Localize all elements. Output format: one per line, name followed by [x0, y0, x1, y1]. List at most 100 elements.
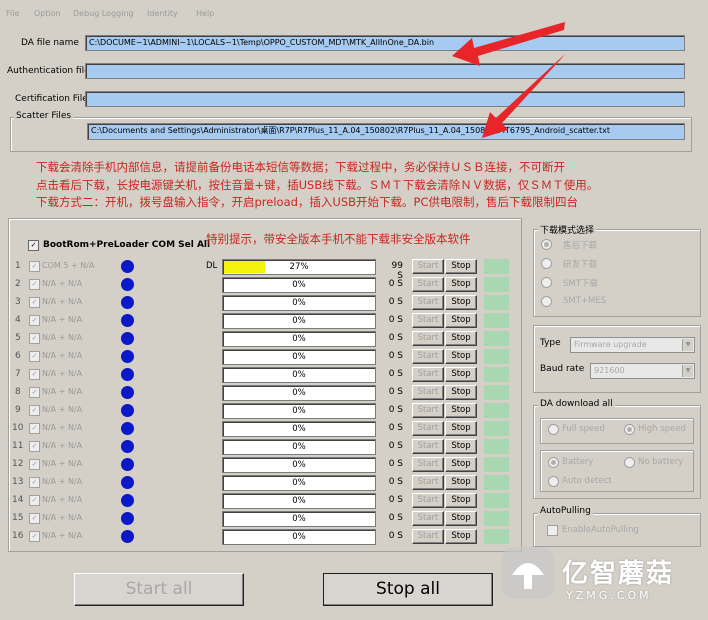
row-stop-button[interactable]: Stop [445, 493, 477, 508]
download-mode-radio[interactable] [541, 239, 552, 250]
row-start-button[interactable]: Start [412, 529, 444, 544]
status-dot-icon [121, 260, 134, 273]
row-number: 10 [12, 423, 24, 433]
row-start-button[interactable]: Start [412, 403, 444, 418]
port-checkbox[interactable]: ✓ [29, 477, 40, 488]
port-checkbox[interactable]: ✓ [29, 387, 40, 398]
row-start-button[interactable]: Start [412, 493, 444, 508]
row-start-button[interactable]: Start [412, 385, 444, 400]
row-start-button[interactable]: Start [412, 511, 444, 526]
port-checkbox[interactable]: ✓ [29, 333, 40, 344]
download-mode-radio[interactable] [541, 277, 552, 288]
start-all-button[interactable]: Start all [74, 573, 244, 606]
auto-detect-radio[interactable] [548, 476, 559, 487]
download-mode-radio[interactable] [541, 296, 552, 307]
enable-autopulling-label: EnableAutoPulling [562, 525, 639, 535]
row-stop-button[interactable]: Stop [445, 457, 477, 472]
port-checkbox[interactable]: ✓ [29, 423, 40, 434]
port-label: N/A + N/A [42, 369, 83, 378]
row-stop-button[interactable]: Stop [445, 349, 477, 364]
row-start-button[interactable]: Start [412, 439, 444, 454]
stop-all-button[interactable]: Stop all [323, 573, 493, 606]
status-dot-icon [121, 350, 134, 363]
port-checkbox[interactable]: ✓ [29, 495, 40, 506]
menu-file[interactable]: File [6, 9, 19, 18]
row-stop-button[interactable]: Stop [445, 421, 477, 436]
full-speed-radio[interactable] [548, 424, 559, 435]
port-checkbox[interactable]: ✓ [29, 351, 40, 362]
status-dot-icon [121, 530, 134, 543]
type-label: Type [540, 338, 561, 348]
port-checkbox[interactable]: ✓ [29, 405, 40, 416]
row-start-button[interactable]: Start [412, 277, 444, 292]
menu-option[interactable]: Option [34, 9, 61, 18]
chevron-down-icon: ▼ [682, 365, 693, 377]
scatter-file-field[interactable]: C:\Documents and Settings\Administrator\… [87, 123, 685, 140]
row-status-indicator [484, 439, 509, 454]
progress-percent: 0% [292, 334, 306, 344]
menu-identity[interactable]: Identity [147, 9, 178, 18]
progress-percent: 0% [292, 424, 306, 434]
row-stop-button[interactable]: Stop [445, 439, 477, 454]
battery-radio[interactable] [548, 457, 559, 468]
progress-percent: 0% [292, 370, 306, 380]
row-start-button[interactable]: Start [412, 475, 444, 490]
da-file-field[interactable]: C:\DOCUME~1\ADMINI~1\LOCALS~1\Temp\OPPO_… [85, 35, 685, 51]
row-stop-button[interactable]: Stop [445, 295, 477, 310]
row-start-button[interactable]: Start [412, 349, 444, 364]
port-label: N/A + N/A [42, 513, 83, 522]
elapsed-time: 0 S [388, 531, 403, 541]
port-checkbox[interactable]: ✓ [29, 279, 40, 290]
menu-help[interactable]: Help [196, 9, 214, 18]
menu-debug-logging[interactable]: Debug Logging [73, 9, 134, 18]
select-all-checkbox[interactable]: ✓ [28, 240, 39, 251]
auth-file-field[interactable] [85, 63, 685, 79]
elapsed-time: 99 S [391, 261, 403, 281]
row-stop-button[interactable]: Stop [445, 259, 477, 274]
row-start-button[interactable]: Start [412, 457, 444, 472]
row-start-button[interactable]: Start [412, 313, 444, 328]
scatter-label: Scatter Files [14, 111, 74, 121]
row-stop-button[interactable]: Stop [445, 367, 477, 382]
port-checkbox[interactable]: ✓ [29, 531, 40, 542]
port-checkbox[interactable]: ✓ [29, 513, 40, 524]
row-stop-button[interactable]: Stop [445, 403, 477, 418]
row-start-button[interactable]: Start [412, 295, 444, 310]
baud-select[interactable]: 921600 ▼ [590, 363, 695, 379]
port-checkbox[interactable]: ✓ [29, 261, 40, 272]
elapsed-time: 0 S [388, 369, 403, 379]
row-number: 9 [15, 405, 21, 415]
row-number: 6 [15, 351, 21, 361]
port-checkbox[interactable]: ✓ [29, 315, 40, 326]
row-start-button[interactable]: Start [412, 259, 444, 274]
row-stop-button[interactable]: Stop [445, 277, 477, 292]
port-checkbox[interactable]: ✓ [29, 369, 40, 380]
status-dot-icon [121, 296, 134, 309]
stage-label: DL [206, 261, 218, 271]
row-start-button[interactable]: Start [412, 421, 444, 436]
row-number: 13 [12, 477, 24, 487]
row-start-button[interactable]: Start [412, 367, 444, 382]
status-dot-icon [121, 440, 134, 453]
row-stop-button[interactable]: Stop [445, 385, 477, 400]
row-stop-button[interactable]: Stop [445, 313, 477, 328]
no-battery-radio[interactable] [624, 457, 635, 468]
cert-file-field[interactable] [85, 91, 685, 107]
row-status-indicator [484, 313, 509, 328]
row-stop-button[interactable]: Stop [445, 331, 477, 346]
status-dot-icon [121, 332, 134, 345]
port-checkbox[interactable]: ✓ [29, 459, 40, 470]
row-start-button[interactable]: Start [412, 331, 444, 346]
row-stop-button[interactable]: Stop [445, 511, 477, 526]
high-speed-radio[interactable] [624, 424, 635, 435]
progress-percent: 0% [292, 532, 306, 542]
row-stop-button[interactable]: Stop [445, 475, 477, 490]
type-select[interactable]: Firmware upgrade ▼ [570, 337, 695, 353]
port-checkbox[interactable]: ✓ [29, 441, 40, 452]
progress-bar: 0% [222, 331, 376, 347]
row-stop-button[interactable]: Stop [445, 529, 477, 544]
enable-autopulling-checkbox[interactable] [547, 525, 558, 536]
download-mode-radio[interactable] [541, 258, 552, 269]
port-checkbox[interactable]: ✓ [29, 297, 40, 308]
watermark-domain: YZMG.COM [566, 589, 652, 602]
